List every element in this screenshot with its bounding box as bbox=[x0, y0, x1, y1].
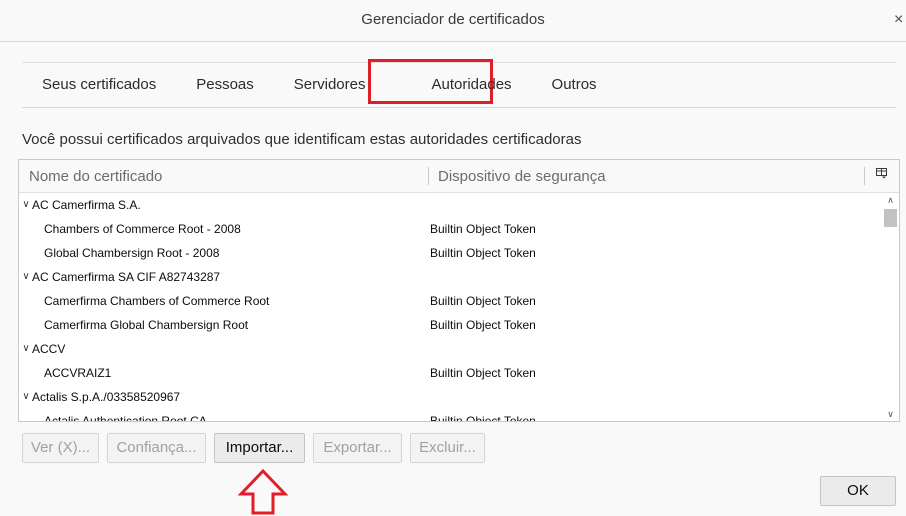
delete-button[interactable]: Excluir... bbox=[410, 433, 485, 463]
tree-row[interactable]: Actalis Authentication Root CA Builtin O… bbox=[19, 409, 881, 421]
tab-people[interactable]: Pessoas bbox=[176, 63, 274, 107]
tree-row[interactable]: Camerfirma Chambers of Commerce Root Bui… bbox=[19, 289, 881, 313]
tab-your-certificates[interactable]: Seus certificados bbox=[22, 63, 176, 107]
tree-group-row[interactable]: ∨ AC Camerfirma S.A. bbox=[19, 193, 881, 217]
close-icon[interactable]: × bbox=[894, 8, 906, 32]
annotation-up-arrow-icon bbox=[238, 468, 288, 515]
certificate-name: ACCVRAIZ1 bbox=[44, 366, 112, 380]
group-name: Actalis S.p.A./03358520967 bbox=[32, 390, 181, 404]
security-device: Builtin Object Token bbox=[430, 294, 536, 308]
tab-others[interactable]: Outros bbox=[532, 63, 617, 107]
tab-strip: Seus certificados Pessoas Servidores Aut… bbox=[22, 62, 896, 108]
chevron-down-icon[interactable]: ∨ bbox=[21, 385, 31, 409]
certificate-name: Actalis Authentication Root CA bbox=[44, 414, 207, 421]
certificate-tree[interactable]: Nome do certificado Dispositivo de segur… bbox=[18, 159, 900, 422]
scroll-down-icon[interactable]: ∨ bbox=[882, 407, 899, 421]
tree-row[interactable]: Camerfirma Global Chambersign Root Built… bbox=[19, 313, 881, 337]
column-header-name[interactable]: Nome do certificado bbox=[29, 168, 162, 185]
tree-row[interactable]: Chambers of Commerce Root - 2008 Builtin… bbox=[19, 217, 881, 241]
tab-servers[interactable]: Servidores bbox=[274, 63, 386, 107]
tree-row[interactable]: Global Chambersign Root - 2008 Builtin O… bbox=[19, 241, 881, 265]
import-button[interactable]: Importar... bbox=[214, 433, 305, 463]
certificate-name: Global Chambersign Root - 2008 bbox=[44, 246, 220, 260]
group-name: AC Camerfirma S.A. bbox=[32, 198, 141, 212]
titlebar: Gerenciador de certificados × bbox=[0, 0, 906, 42]
certificate-name: Chambers of Commerce Root - 2008 bbox=[44, 222, 241, 236]
trust-button[interactable]: Confiança... bbox=[107, 433, 206, 463]
security-device: Builtin Object Token bbox=[430, 318, 536, 332]
security-device: Builtin Object Token bbox=[430, 222, 536, 236]
column-header-device[interactable]: Dispositivo de segurança bbox=[438, 168, 606, 185]
certificate-manager-window: Gerenciador de certificados × Seus certi… bbox=[0, 0, 906, 516]
window-title: Gerenciador de certificados bbox=[361, 11, 545, 28]
certificate-name: Camerfirma Chambers of Commerce Root bbox=[44, 294, 270, 308]
chevron-down-icon[interactable]: ∨ bbox=[21, 265, 31, 289]
chevron-down-icon[interactable]: ∨ bbox=[21, 193, 31, 217]
tree-header: Nome do certificado Dispositivo de segur… bbox=[19, 160, 899, 193]
chevron-down-icon[interactable]: ∨ bbox=[21, 337, 31, 361]
tree-group-row[interactable]: ∨ ACCV bbox=[19, 337, 881, 361]
scroll-thumb[interactable] bbox=[884, 209, 897, 227]
column-divider[interactable] bbox=[864, 167, 865, 185]
view-button[interactable]: Ver (X)... bbox=[22, 433, 99, 463]
security-device: Builtin Object Token bbox=[430, 414, 536, 421]
security-device: Builtin Object Token bbox=[430, 366, 536, 380]
certificate-name: Camerfirma Global Chambersign Root bbox=[44, 318, 249, 332]
description-text: Você possui certificados arquivados que … bbox=[22, 131, 582, 148]
tree-group-row[interactable]: ∨ AC Camerfirma SA CIF A82743287 bbox=[19, 265, 881, 289]
security-device: Builtin Object Token bbox=[430, 246, 536, 260]
group-name: AC Camerfirma SA CIF A82743287 bbox=[32, 270, 221, 284]
ok-button[interactable]: OK bbox=[820, 476, 896, 506]
tree-row[interactable]: ACCVRAIZ1 Builtin Object Token bbox=[19, 361, 881, 385]
tree-rows: ∨ AC Camerfirma S.A. Chambers of Commerc… bbox=[19, 193, 881, 421]
column-picker-icon[interactable] bbox=[874, 167, 888, 185]
group-name: ACCV bbox=[32, 342, 66, 356]
export-button[interactable]: Exportar... bbox=[313, 433, 402, 463]
tab-authorities[interactable]: Autoridades bbox=[411, 63, 531, 107]
vertical-scrollbar[interactable]: ∧ ∨ bbox=[882, 193, 899, 421]
tree-group-row[interactable]: ∨ Actalis S.p.A./03358520967 bbox=[19, 385, 881, 409]
scroll-up-icon[interactable]: ∧ bbox=[882, 193, 899, 207]
column-divider[interactable] bbox=[428, 167, 429, 185]
